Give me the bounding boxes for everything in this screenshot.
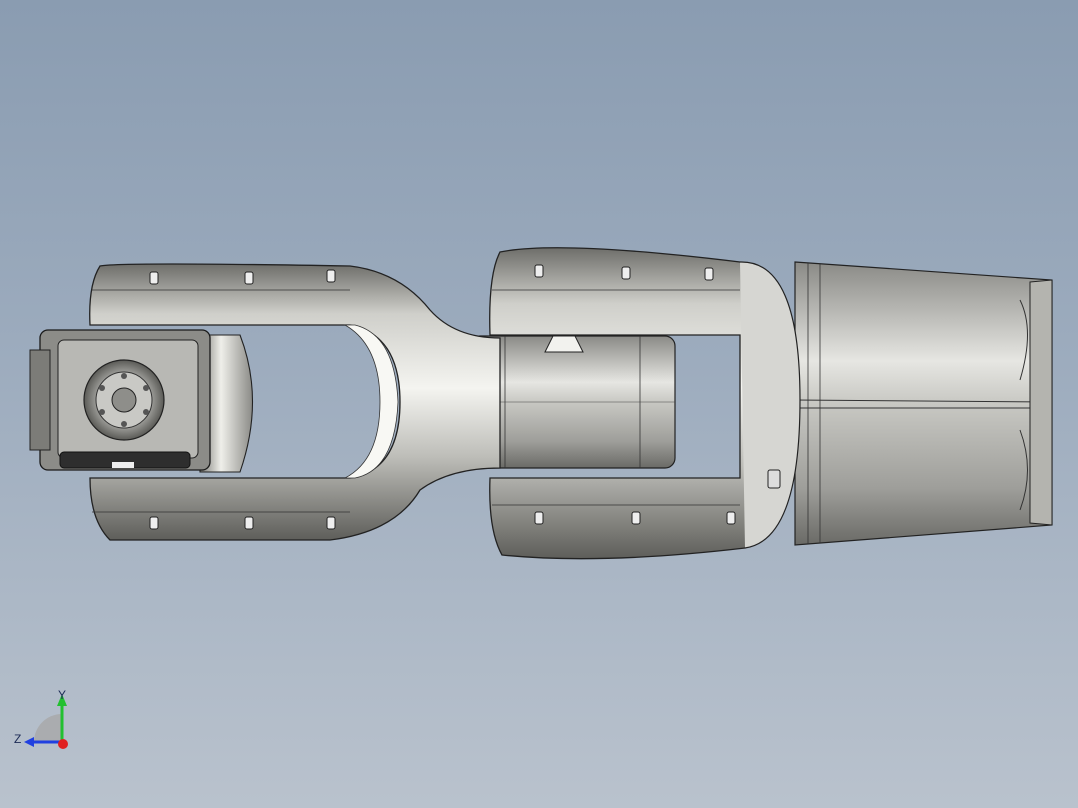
y-axis-label: Y	[58, 688, 67, 702]
graphics-viewport[interactable]: Y Z	[0, 0, 1078, 808]
robot-arm-model[interactable]	[0, 0, 1078, 808]
z-axis-label: Z	[14, 732, 22, 746]
base-housing[interactable]	[794, 261, 1053, 546]
tool-flange[interactable]	[83, 359, 165, 441]
elbow-joint[interactable]	[469, 335, 676, 469]
triad-graphic	[24, 694, 68, 749]
coordinate-triad: Y Z	[10, 684, 90, 764]
